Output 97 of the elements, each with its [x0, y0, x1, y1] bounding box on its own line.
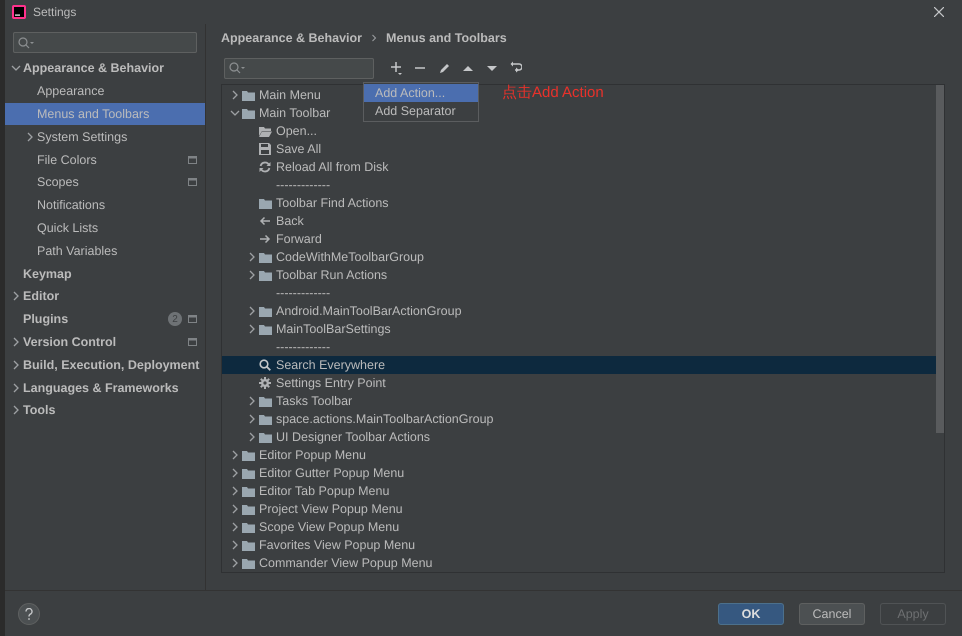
- scrollbar[interactable]: [936, 85, 944, 433]
- sidebar-item[interactable]: Tools: [5, 398, 205, 422]
- close-icon: [934, 7, 944, 17]
- open-folder-icon: [259, 126, 272, 136]
- tree-item[interactable]: Scope View Popup Menu: [222, 518, 414, 536]
- folder-icon: [259, 198, 272, 208]
- tree-item[interactable]: Editor Popup Menu: [222, 446, 380, 464]
- tree-item[interactable]: Commander View Popup Menu: [222, 554, 446, 572]
- tree-item[interactable]: Main Toolbar: [222, 104, 344, 122]
- breadcrumb-item: Menus and Toolbars: [386, 31, 507, 45]
- folder-icon: [242, 540, 255, 550]
- reload-icon: [259, 161, 271, 173]
- chevron-right-icon: [12, 360, 20, 370]
- tree-item[interactable]: Editor Gutter Popup Menu: [222, 464, 418, 482]
- annotation-text: 点击Add Action: [502, 83, 604, 102]
- folder-icon: [242, 108, 255, 118]
- search-icon: [259, 359, 271, 371]
- window-title: Settings: [33, 5, 78, 19]
- project-level-icon: [188, 156, 197, 164]
- folder-icon: [242, 558, 255, 568]
- tree-item[interactable]: CodeWithMeToolbarGroup: [222, 248, 438, 266]
- tree-item[interactable]: UI Designer Toolbar Actions: [222, 428, 444, 446]
- tree-item[interactable]: Reload All from Disk: [222, 158, 403, 176]
- project-level-icon: [188, 315, 197, 324]
- folder-icon: [259, 252, 272, 262]
- sidebar-item[interactable]: System Settings: [5, 125, 205, 148]
- folder-icon: [259, 270, 272, 280]
- sidebar-item[interactable]: Version Control: [5, 330, 205, 354]
- search-icon: [18, 36, 34, 48]
- plus-icon: [390, 61, 402, 75]
- chevron-right-icon: [12, 405, 20, 416]
- sidebar-item[interactable]: Notifications: [5, 194, 205, 217]
- breadcrumb-item: Appearance & Behavior: [221, 31, 362, 45]
- search-icon: [229, 62, 245, 74]
- search-field[interactable]: [13, 32, 197, 53]
- tree-item[interactable]: Open...: [222, 122, 331, 140]
- folder-icon: [242, 450, 255, 460]
- tree-item[interactable]: Project View Popup Menu: [222, 500, 417, 518]
- folder-icon: [242, 486, 255, 496]
- tree-item[interactable]: -------------: [222, 338, 344, 356]
- menu-item[interactable]: Add Separator: [364, 102, 478, 120]
- folder-icon: [259, 324, 272, 334]
- project-level-icon: [188, 178, 197, 186]
- undo-icon: [510, 61, 522, 75]
- sidebar-item[interactable]: Languages & Frameworks: [5, 376, 205, 399]
- left-arrow-icon: [259, 216, 271, 226]
- tree-item[interactable]: Settings Entry Point: [222, 374, 400, 392]
- tree-item[interactable]: Save All: [222, 140, 336, 158]
- sidebar-item[interactable]: Scopes: [5, 170, 205, 194]
- right-arrow-icon: [259, 234, 271, 244]
- chevron-right-icon: [12, 336, 20, 347]
- tree-item[interactable]: Tasks Toolbar: [222, 392, 366, 410]
- chevron-down-icon: [230, 109, 240, 117]
- gear-icon: [259, 377, 271, 389]
- folder-icon: [242, 522, 255, 532]
- chevron-right-icon: [371, 34, 378, 42]
- tree-item[interactable]: Search Everywhere: [222, 356, 936, 374]
- tree-item[interactable]: Main Menu: [222, 86, 335, 104]
- folder-icon: [259, 306, 272, 316]
- tree-item[interactable]: Toolbar Find Actions: [222, 194, 403, 212]
- sidebar-item[interactable]: Appearance & Behavior: [5, 57, 205, 80]
- tree-item[interactable]: Toolbar Run Actions: [222, 266, 402, 284]
- tree-item[interactable]: Back: [222, 212, 318, 230]
- chevron-right-icon: [26, 132, 34, 142]
- tree-item[interactable]: MainToolBarSettings: [222, 320, 405, 338]
- tree-item[interactable]: Editor Tab Popup Menu: [222, 482, 404, 500]
- sidebar-item[interactable]: Quick Lists: [5, 216, 205, 240]
- help-button[interactable]: [18, 602, 40, 624]
- search-field[interactable]: [224, 58, 374, 78]
- question-mark-icon: [24, 608, 34, 620]
- pencil-icon: [438, 61, 450, 75]
- folder-icon: [242, 468, 255, 478]
- tree-item[interactable]: space.actions.MainToolbarActionGroup: [222, 410, 508, 428]
- sidebar-item[interactable]: Appearance: [5, 80, 205, 103]
- tree-item[interactable]: Favorites View Popup Menu: [222, 536, 430, 554]
- dialog-button[interactable]: OK: [718, 602, 784, 624]
- tree-item[interactable]: Android.MainToolBarActionGroup: [222, 302, 476, 320]
- folder-icon: [259, 432, 272, 442]
- dialog-button[interactable]: Cancel: [799, 602, 865, 624]
- folder-icon: [259, 414, 272, 424]
- tree-item[interactable]: -------------: [222, 284, 344, 302]
- sidebar-item[interactable]: Keymap: [5, 262, 205, 285]
- tree-item[interactable]: -------------: [222, 176, 344, 194]
- folder-icon: [259, 396, 272, 406]
- chevron-right-icon: [12, 291, 20, 302]
- chevron-right-icon: [12, 382, 20, 393]
- sidebar-item[interactable]: Path Variables: [5, 239, 205, 262]
- chevron-down-icon: [11, 64, 21, 72]
- sidebar-item[interactable]: Build, Execution, Deployment: [5, 353, 205, 376]
- folder-icon: [242, 90, 255, 100]
- project-level-icon: [188, 338, 197, 346]
- tree-item[interactable]: Forward: [222, 230, 336, 248]
- sidebar-item[interactable]: File Colors: [5, 148, 205, 171]
- sidebar-item[interactable]: Editor: [5, 284, 205, 308]
- chevron-right-icon: [231, 90, 239, 100]
- app-logo-icon: [12, 5, 26, 19]
- folder-icon: [242, 504, 255, 514]
